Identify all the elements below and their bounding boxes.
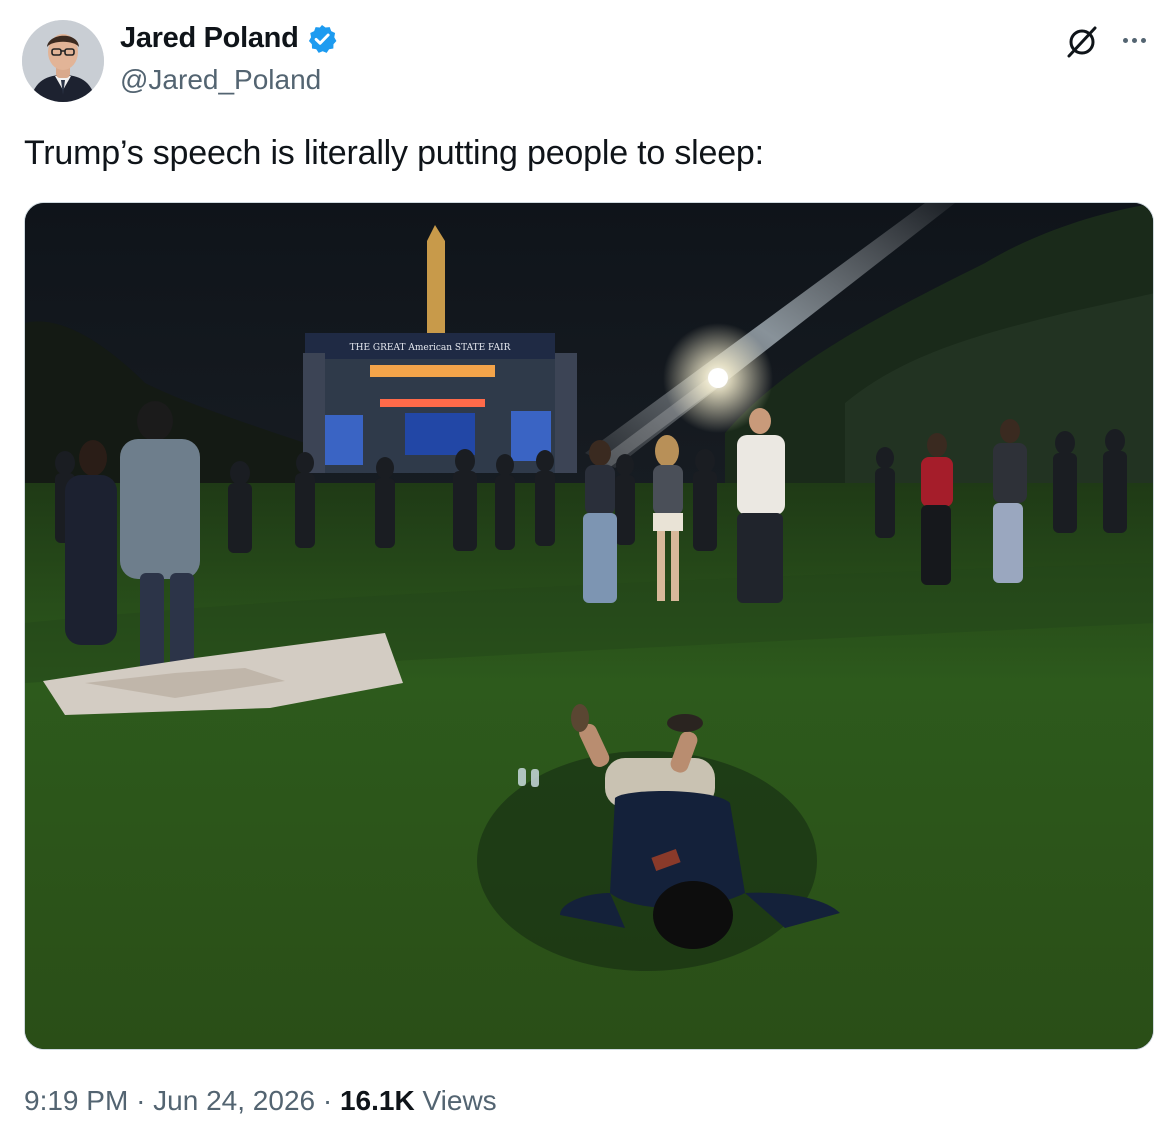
author-name-row: Jared Poland <box>120 22 338 55</box>
more-options-icon[interactable] <box>1114 22 1154 58</box>
meta-separator-2: · <box>322 1085 333 1116</box>
author-handle[interactable]: @Jared_Poland <box>120 64 321 96</box>
views-count: 16.1K <box>339 1085 415 1116</box>
tweet-card: Jared Poland @Jared_Poland Trump’s speec… <box>0 0 1172 1140</box>
verified-badge-icon[interactable] <box>306 23 338 55</box>
avatar-photo <box>22 20 104 102</box>
tweet-time[interactable]: 9:19 PM <box>24 1085 128 1116</box>
author-display-name[interactable]: Jared Poland <box>120 22 299 55</box>
tweet-date[interactable]: Jun 24, 2026 <box>153 1085 315 1116</box>
tweet-text: Trump’s speech is literally putting peop… <box>24 134 764 172</box>
stage-banner: THE GREAT American STATE FAIR <box>350 343 511 353</box>
tweet-media-photo[interactable]: THE GREAT American STATE FAIR <box>24 202 1154 1050</box>
tweet-metadata: 9:19 PM · Jun 24, 2026 · 16.1K Views <box>24 1085 497 1117</box>
grok-icon[interactable] <box>1064 24 1100 60</box>
night-rally-photo: THE GREAT American STATE FAIR <box>25 203 1153 1049</box>
meta-separator-1: · <box>136 1085 146 1116</box>
avatar[interactable] <box>22 20 104 102</box>
views-label: Views <box>422 1085 497 1116</box>
